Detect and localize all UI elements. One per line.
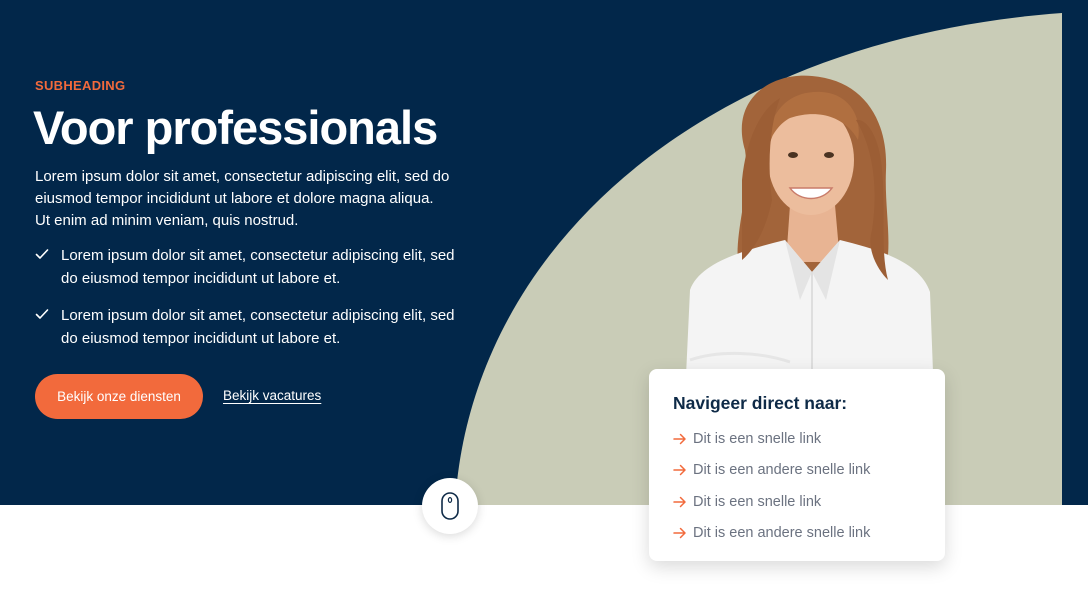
quick-nav-link[interactable]: Dit is een andere snelle link [673,455,921,487]
arrow-right-icon [673,433,686,444]
arrow-right-icon [673,465,686,476]
quick-nav-link[interactable]: Dit is een snelle link [673,423,921,455]
page-title: Voor professionals [33,101,438,154]
checklist-item: Lorem ipsum dolor sit amet, consectetur … [35,244,455,290]
quick-nav-list: Dit is een snelle link Dit is een andere… [673,423,921,549]
quick-nav-link-label: Dit is een snelle link [693,493,822,510]
view-services-button[interactable]: Bekijk onze diensten [35,374,203,419]
arrow-right-icon [673,528,686,539]
mouse-scroll-icon [441,492,459,520]
quick-nav-link[interactable]: Dit is een snelle link [673,486,921,518]
quick-nav-link-label: Dit is een andere snelle link [693,462,871,479]
arrow-right-icon [673,496,686,507]
scroll-down-button[interactable] [422,478,478,534]
quick-nav-link-label: Dit is een snelle link [693,430,822,447]
check-icon [35,249,49,259]
checklist-item-text: Lorem ipsum dolor sit amet, consectetur … [61,307,455,347]
quick-nav-link-label: Dit is een andere snelle link [693,525,871,542]
subheading: SUBHEADING [35,78,126,93]
quick-nav-card: Navigeer direct naar: Dit is een snelle … [649,369,945,561]
intro-text: Lorem ipsum dolor sit amet, consectetur … [35,168,450,229]
checklist-item: Lorem ipsum dolor sit amet, consectetur … [35,304,455,350]
quick-nav-link[interactable]: Dit is een andere snelle link [673,518,921,550]
checklist-item-text: Lorem ipsum dolor sit amet, consectetur … [61,247,455,287]
quick-nav-title: Navigeer direct naar: [673,393,848,413]
check-icon [35,309,49,319]
feature-checklist: Lorem ipsum dolor sit amet, consectetur … [35,244,455,364]
view-vacancies-link[interactable]: Bekijk vacatures [223,388,321,403]
